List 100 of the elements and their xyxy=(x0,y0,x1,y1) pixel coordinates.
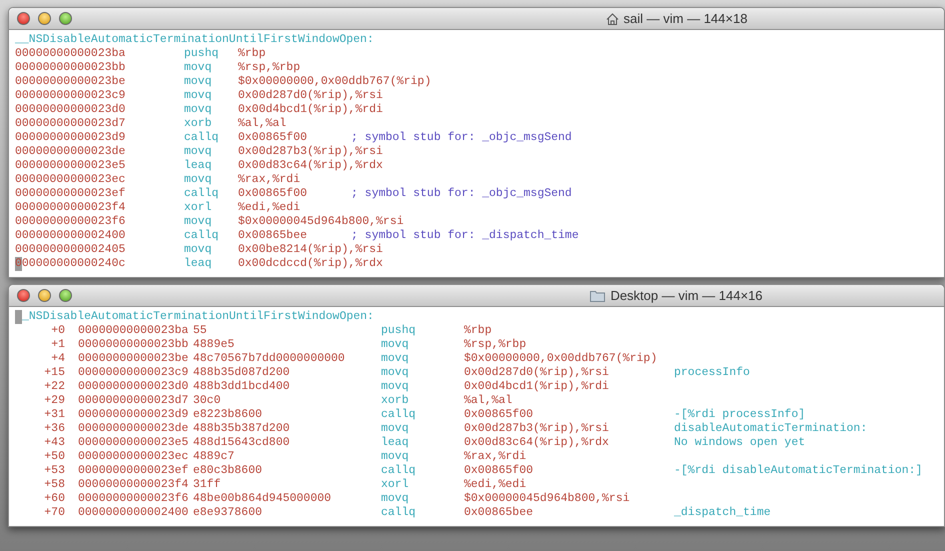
operand-text: 0x00d287b3(%rip),%rsi xyxy=(238,145,383,159)
address-text: 00000000000023f6 xyxy=(15,215,126,229)
bytes-text: 31ff xyxy=(193,478,221,492)
operand-text: 0x00d287d0(%rip),%rsi xyxy=(238,89,383,103)
address-text: 00000000000023f6 xyxy=(78,492,188,506)
mnemonic-text: xorl xyxy=(381,478,409,492)
address-text: 00000000000023c9 xyxy=(15,89,126,103)
operand-text: $0x00000045d964b800,%rsi xyxy=(464,492,630,506)
address-text: 00000000000023f4 xyxy=(15,201,126,215)
operand-text: %rbp xyxy=(464,324,492,338)
bytes-text: 488b35b387d200 xyxy=(193,422,290,436)
address-text: 00000000000023e5 xyxy=(78,436,188,450)
zoom-button[interactable] xyxy=(59,289,72,302)
operand-text: 0x00be8214(%rip),%rsi xyxy=(238,243,383,257)
operand-text: 0x00865f00 xyxy=(464,464,534,478)
bytes-text: 30c0 xyxy=(193,394,221,408)
operand-text: $0x00000000,0x00ddb767(%rip) xyxy=(464,352,658,366)
operand-text: %al,%al xyxy=(238,117,286,131)
address-text: 00000000000023d9 xyxy=(15,131,126,145)
bytes-text: 48c70567b7dd0000000000 xyxy=(193,352,345,366)
comment-text: -[%rdi processInfo] xyxy=(674,408,806,422)
zoom-button[interactable] xyxy=(59,12,72,25)
comment-text: disableAutomaticTermination: xyxy=(674,422,868,436)
mnemonic-text: movq xyxy=(381,450,409,464)
mnemonic-text: movq xyxy=(184,215,212,229)
bytes-text: 48be00b864d945000000 xyxy=(193,492,332,506)
offset-text: +22 xyxy=(44,380,65,394)
function-label: _NSDisableAutomaticTerminationUntilFirstWindowOpen: xyxy=(22,310,374,324)
address-text: 00000000000023d9 xyxy=(78,408,188,422)
operand-text: %rsp,%rbp xyxy=(464,338,526,352)
comment-text: -[%rdi disableAutomaticTermination:] xyxy=(674,464,922,478)
mnemonic-text: movq xyxy=(381,492,409,506)
mnemonic-text: xorl xyxy=(184,201,212,215)
offset-text: +60 xyxy=(44,492,65,506)
close-button[interactable] xyxy=(17,289,30,302)
address-text: 00000000000023f4 xyxy=(78,478,188,492)
mnemonic-text: callq xyxy=(184,229,219,243)
operand-text: 0x00d83c64(%rip),%rdx xyxy=(464,436,609,450)
comment-text: _dispatch_time xyxy=(674,506,771,520)
operand-text: %edi,%edi xyxy=(238,201,300,215)
mnemonic-text: movq xyxy=(381,380,409,394)
mnemonic-text: movq xyxy=(184,173,212,187)
bytes-text: e8223b8600 xyxy=(193,408,262,422)
bytes-text: 4889c7 xyxy=(193,450,234,464)
window-title: sail — vim — 144×18 xyxy=(624,10,748,28)
offset-text: +1 xyxy=(51,338,65,352)
close-button[interactable] xyxy=(17,12,30,25)
offset-text: +50 xyxy=(44,450,65,464)
operand-text: %rsp,%rbp xyxy=(238,61,300,75)
mnemonic-text: movq xyxy=(184,89,212,103)
minimize-button[interactable] xyxy=(38,289,51,302)
operand-text: $0x00000000,0x00ddb767(%rip) xyxy=(238,75,432,89)
operand-text: 0x00d4bcd1(%rip),%rdi xyxy=(464,380,609,394)
address-text: 0000000000002405 xyxy=(15,243,126,257)
operand-text: %edi,%edi xyxy=(464,478,526,492)
offset-text: +31 xyxy=(44,408,65,422)
function-label: __NSDisableAutomaticTerminationUntilFirstWindowOpen: xyxy=(15,33,374,47)
operand-text: 0x00865bee xyxy=(464,506,534,520)
address-text: 00000000000023ba xyxy=(15,47,126,61)
mnemonic-text: leaq xyxy=(184,159,212,173)
offset-text: +58 xyxy=(44,478,65,492)
operand-text: %rbp xyxy=(238,47,266,61)
operand-text: %al,%al xyxy=(464,394,512,408)
operand-text: 0x00865f00 xyxy=(238,187,308,201)
address-text: 00000000000023be xyxy=(78,352,188,366)
window-title: Desktop — vim — 144×16 xyxy=(610,286,763,305)
mnemonic-text: movq xyxy=(381,422,409,436)
mnemonic-text: pushq xyxy=(381,324,416,338)
offset-text: +15 xyxy=(44,366,65,380)
bytes-text: 488d15643cd800 xyxy=(193,436,290,450)
offset-text: +36 xyxy=(44,422,65,436)
home-icon xyxy=(606,12,619,24)
bytes-text: 488b35d087d200 xyxy=(193,366,290,380)
mnemonic-text: callq xyxy=(184,187,219,201)
comment-text: No windows open yet xyxy=(674,436,806,450)
operand-text: %rax,%rdi xyxy=(464,450,526,464)
address-text: 00000000000023de xyxy=(78,422,188,436)
mnemonic-text: movq xyxy=(184,75,212,89)
address-text: 00000000000023ef xyxy=(15,187,126,201)
minimize-button[interactable] xyxy=(38,12,51,25)
operand-text: 0x00dcdccd(%rip),%rdx xyxy=(238,257,383,271)
address-text: 00000000000023de xyxy=(15,145,126,159)
mnemonic-text: xorb xyxy=(381,394,409,408)
offset-text: +70 xyxy=(44,506,65,520)
address-text: 0000000000002400 xyxy=(78,506,188,520)
bytes-text: e80c3b8600 xyxy=(193,464,262,478)
operand-text: $0x00000045d964b800,%rsi xyxy=(238,215,404,229)
operand-text: 0x00865f00 xyxy=(238,131,308,145)
mnemonic-text: leaq xyxy=(184,257,212,271)
bytes-text: e8e9378600 xyxy=(193,506,262,520)
address-text: 00000000000023d7 xyxy=(78,394,188,408)
offset-text: +29 xyxy=(44,394,65,408)
operand-text: 0x00865f00 xyxy=(464,408,534,422)
mnemonic-text: callq xyxy=(381,464,416,478)
operand-text: 0x00d287b3(%rip),%rsi xyxy=(464,422,609,436)
address-text: 00000000000023d7 xyxy=(15,117,126,131)
operand-text: 0x00d287d0(%rip),%rsi xyxy=(464,366,609,380)
address-text: 00000000000023d0 xyxy=(78,380,188,394)
mnemonic-text: movq xyxy=(381,352,409,366)
bytes-text: 488b3dd1bcd400 xyxy=(193,380,290,394)
